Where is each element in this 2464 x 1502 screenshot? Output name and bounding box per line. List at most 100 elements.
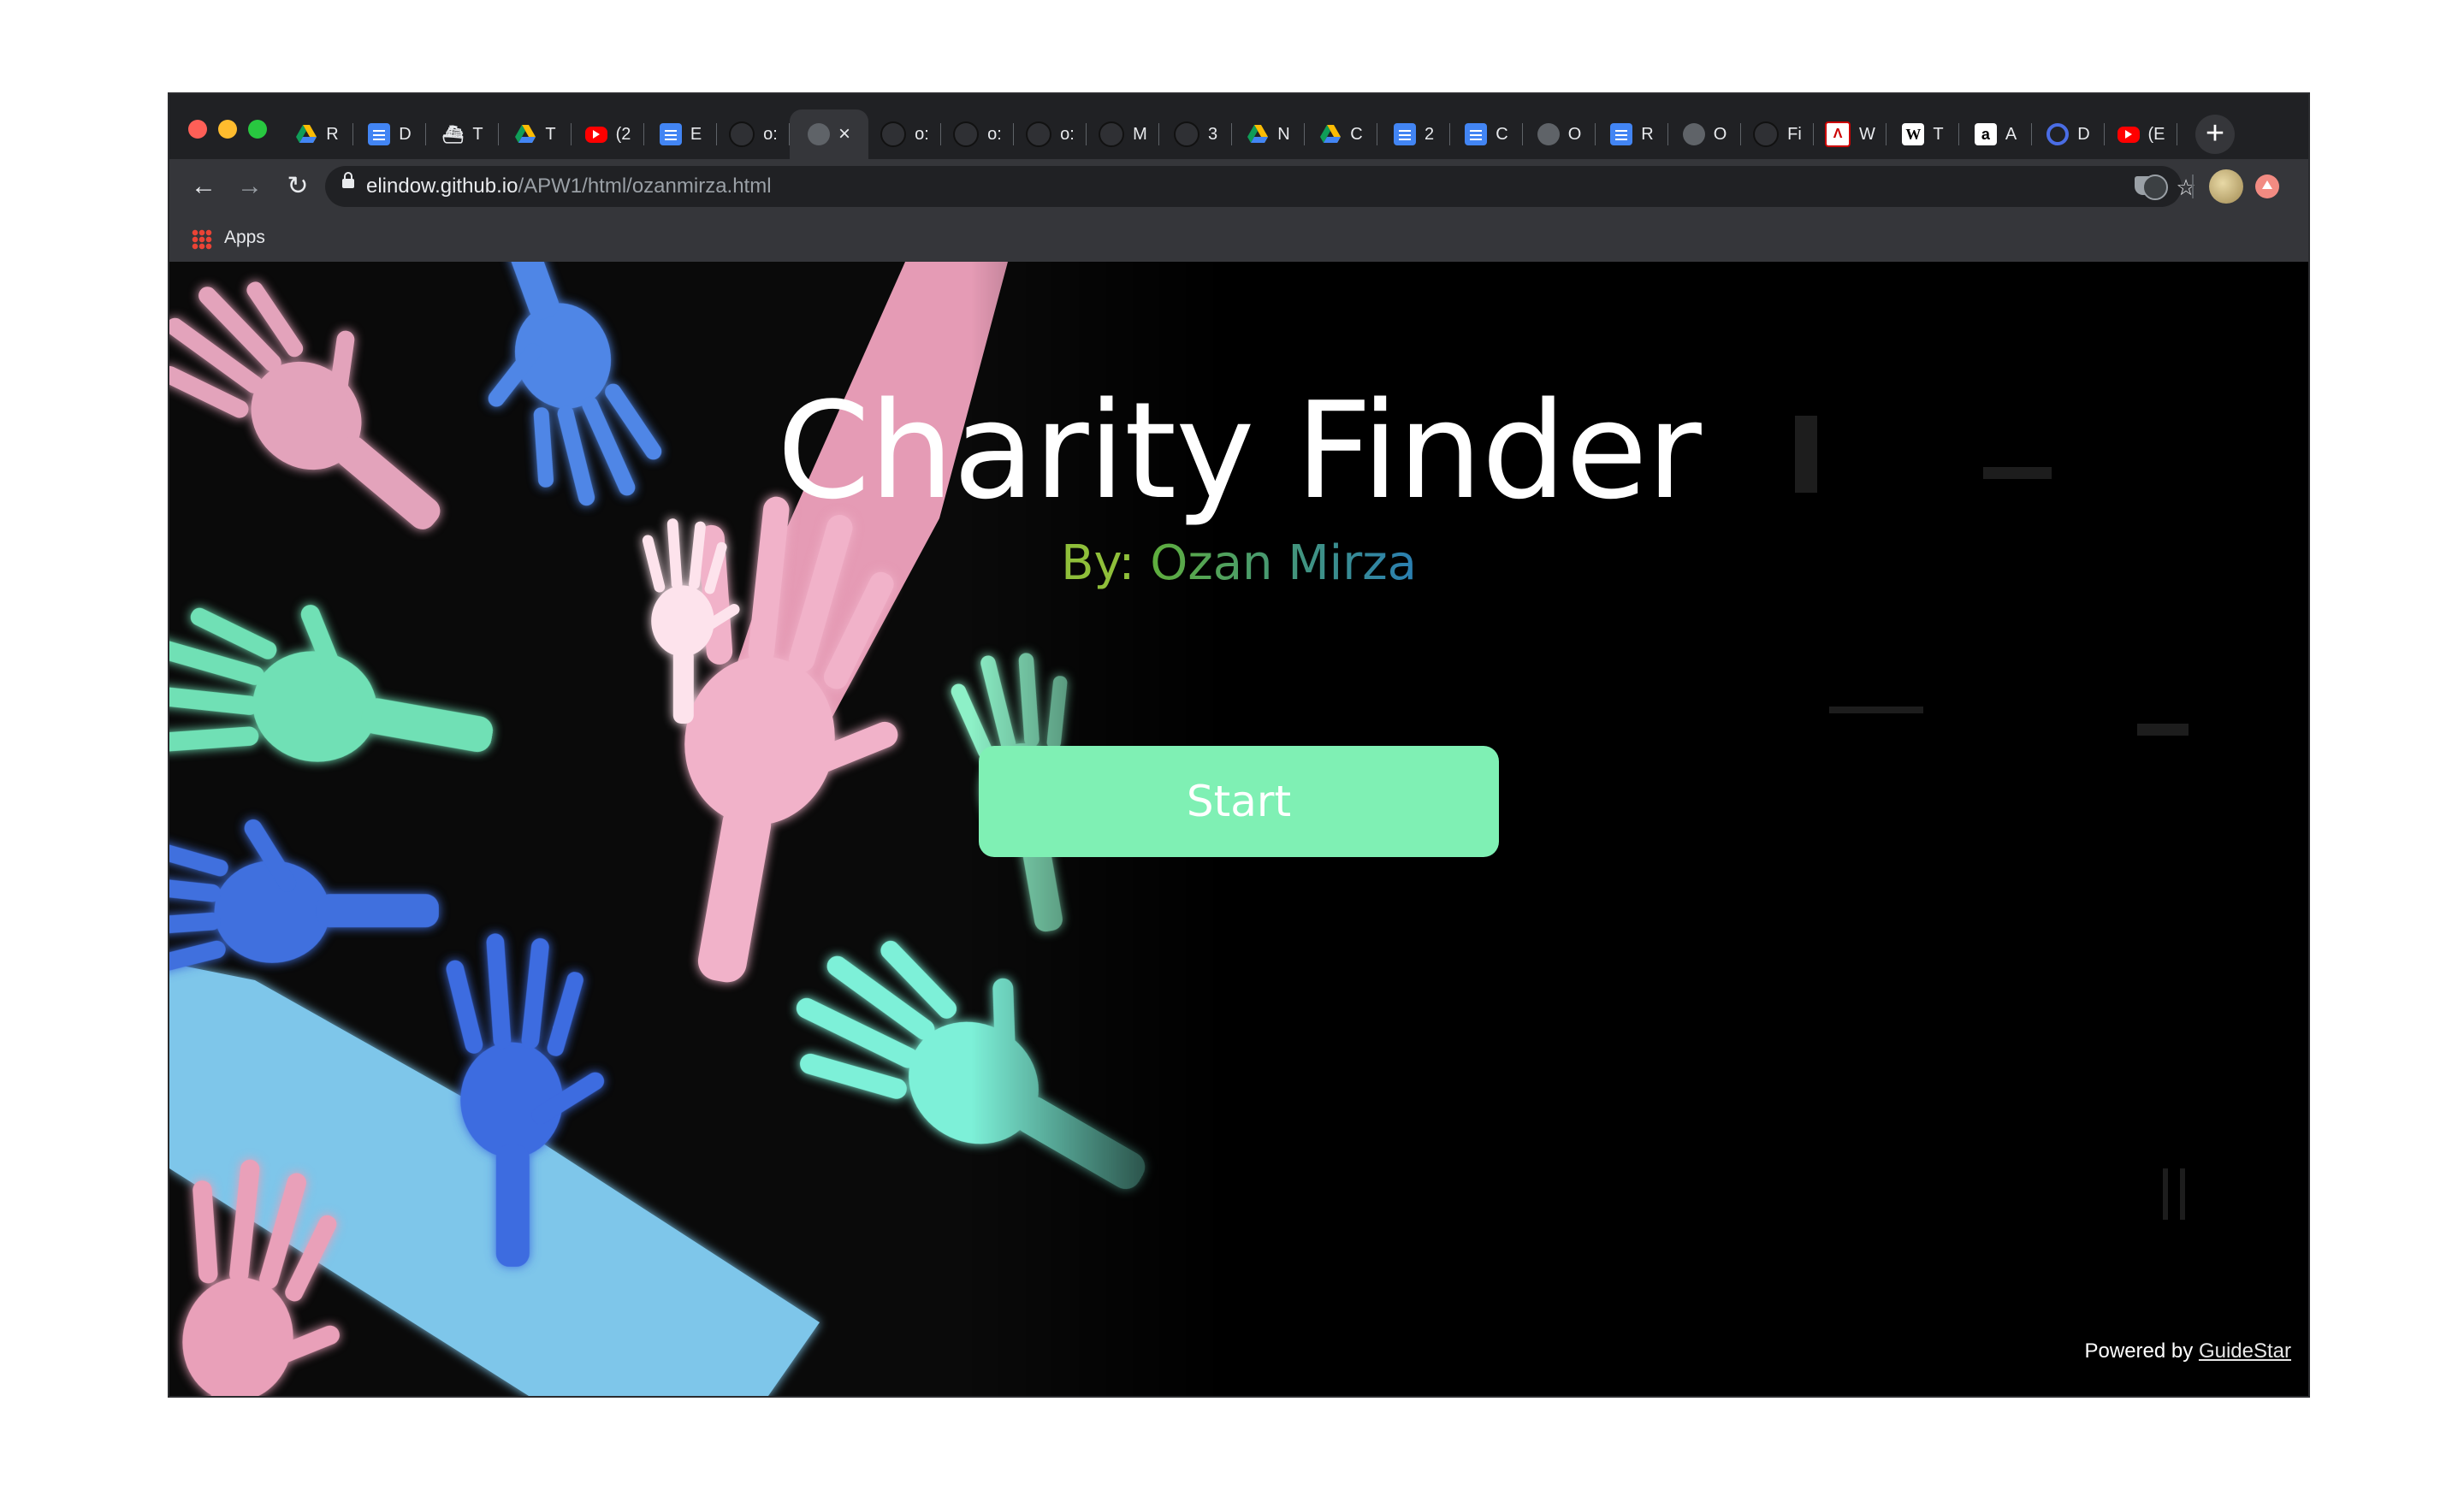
google-drive-icon — [514, 123, 536, 145]
new-tab-button[interactable]: + — [2195, 115, 2235, 154]
browser-tab[interactable]: o: — [868, 109, 941, 159]
lock-icon[interactable] — [342, 172, 354, 188]
browser-tab[interactable]: R — [281, 109, 353, 159]
tab-title: T — [1933, 124, 1944, 144]
google-docs-icon — [368, 123, 391, 145]
url-path: /APW1/html/ozanmirza.html — [518, 174, 772, 198]
browser-tab[interactable]: M — [1087, 109, 1159, 159]
window-close-button[interactable] — [188, 120, 207, 139]
update-icon[interactable] — [2255, 174, 2279, 198]
google-docs-icon — [659, 123, 682, 145]
tab-title: M — [1133, 124, 1147, 144]
browser-tab[interactable]: T — [499, 109, 572, 159]
acrobat-icon: Λ — [1825, 121, 1851, 147]
browser-tab[interactable]: WT — [1886, 109, 1959, 159]
url-host: elindow.github.io — [366, 174, 518, 198]
guidestar-link[interactable]: GuideStar — [2199, 1339, 2291, 1363]
tab-strip: R D ⛴ T T (2 Eo: × o: o: o: M 3 N C 2 C O R O Fi Λ W W Ta A D (E + — [169, 94, 2308, 159]
tab-title: o: — [915, 124, 929, 144]
browser-tab[interactable]: 3 — [1159, 109, 1232, 159]
background-texture — [2137, 724, 2189, 736]
tab-list: R D ⛴ T T (2 Eo: × o: o: o: M 3 N C 2 C O R O Fi Λ W W Ta A D (E — [281, 109, 2197, 159]
browser-tab[interactable]: o: — [941, 109, 1014, 159]
globe-icon — [1537, 123, 1560, 145]
browser-tab[interactable]: R — [1596, 109, 1668, 159]
tab-title: O — [1713, 124, 1727, 144]
browser-tab[interactable]: D — [2032, 109, 2105, 159]
browser-tab[interactable]: N — [1232, 109, 1305, 159]
author-name: Ozan Mirza — [1150, 535, 1417, 591]
browser-window: R D ⛴ T T (2 Eo: × o: o: o: M 3 N C 2 C O R O Fi Λ W W Ta A D (E + … — [169, 94, 2308, 1396]
start-button[interactable]: Start — [979, 746, 1499, 857]
bookmark-star-icon[interactable]: ☆ — [2173, 174, 2199, 200]
google-drive-icon — [1319, 123, 1342, 145]
background-texture — [2180, 1168, 2185, 1220]
google-drive-icon — [1247, 123, 1269, 145]
tab-title: D — [399, 124, 412, 144]
google-docs-icon — [1393, 123, 1416, 145]
window-maximize-button[interactable] — [248, 120, 267, 139]
browser-tab[interactable]: o: — [717, 109, 790, 159]
amazon-icon: a — [1974, 123, 1997, 145]
page-content: Charity Finder By: Ozan Mirza Start Powe… — [169, 262, 2308, 1396]
tab-title: R — [1641, 124, 1654, 144]
wikipedia-icon: W — [1902, 123, 1925, 145]
background-texture — [1829, 707, 1923, 713]
tab-title: T — [472, 124, 483, 144]
browser-tab[interactable]: (2 — [572, 109, 644, 159]
tab-title: D — [2077, 124, 2090, 144]
github-icon — [1026, 121, 1052, 147]
tab-title: A — [2005, 124, 2017, 144]
tab-title: C — [1496, 124, 1508, 144]
browser-tab[interactable]: ⛴ T — [426, 109, 499, 159]
browser-tab[interactable]: aA — [1959, 109, 2032, 159]
forward-arrow-icon[interactable]: → — [231, 168, 269, 205]
github-icon — [880, 121, 907, 147]
profile-avatar[interactable] — [2209, 169, 2243, 204]
browser-tab[interactable]: C — [1305, 109, 1377, 159]
browser-tab[interactable]: E — [644, 109, 717, 159]
url-text[interactable]: elindow.github.io/APW1/html/ozanmirza.ht… — [366, 174, 772, 198]
google-drive-icon — [295, 123, 317, 145]
tab-close-icon[interactable]: × — [838, 122, 850, 146]
github-icon — [1173, 121, 1199, 147]
address-bar[interactable]: elindow.github.io/APW1/html/ozanmirza.ht… — [325, 166, 2196, 207]
toolbar-divider — [2192, 174, 2194, 198]
apps-bookmark[interactable]: Apps — [224, 228, 265, 248]
browser-tab[interactable]: ΛW — [1814, 109, 1886, 159]
browser-tab[interactable]: C — [1450, 109, 1523, 159]
youtube-icon — [584, 126, 607, 143]
author-byline: By: Ozan Mirza — [169, 535, 2308, 591]
browser-tab[interactable]: O — [1668, 109, 1741, 159]
tab-title: 3 — [1207, 124, 1218, 144]
tab-title: T — [545, 124, 556, 144]
tab-title: W — [1859, 124, 1875, 144]
extension-icon[interactable] — [2142, 174, 2168, 200]
back-arrow-icon[interactable]: ← — [185, 168, 222, 205]
tab-title: E — [690, 124, 702, 144]
tab-title: o: — [763, 124, 778, 144]
browser-tab[interactable]: o: — [1014, 109, 1087, 159]
reload-icon[interactable]: ↻ — [279, 168, 317, 205]
browser-tab[interactable]: Fi — [1741, 109, 1814, 159]
apps-grid-icon[interactable] — [192, 229, 212, 250]
tab-title: N — [1277, 124, 1290, 144]
google-docs-icon — [1465, 123, 1488, 145]
browser-tab[interactable]: (E — [2105, 109, 2177, 159]
tab-title: Fi — [1787, 124, 1802, 144]
tab-title: R — [326, 124, 339, 144]
globe-icon — [1682, 123, 1705, 145]
browser-toolbar: ← → ↻ elindow.github.io/APW1/html/ozanmi… — [169, 159, 2308, 214]
tab-title: o: — [1060, 124, 1075, 144]
browser-tab[interactable]: 2 — [1377, 109, 1450, 159]
globe-icon — [807, 123, 830, 145]
ship-icon: ⛴ — [441, 125, 465, 145]
byline-prefix: By: — [1061, 535, 1135, 591]
google-docs-icon — [1610, 123, 1633, 145]
github-icon — [1753, 121, 1780, 147]
page-title: Charity Finder — [777, 373, 1702, 529]
browser-tab[interactable]: O — [1523, 109, 1596, 159]
browser-tab[interactable]: × — [790, 109, 868, 159]
browser-tab[interactable]: D — [353, 109, 426, 159]
window-minimize-button[interactable] — [218, 120, 237, 139]
